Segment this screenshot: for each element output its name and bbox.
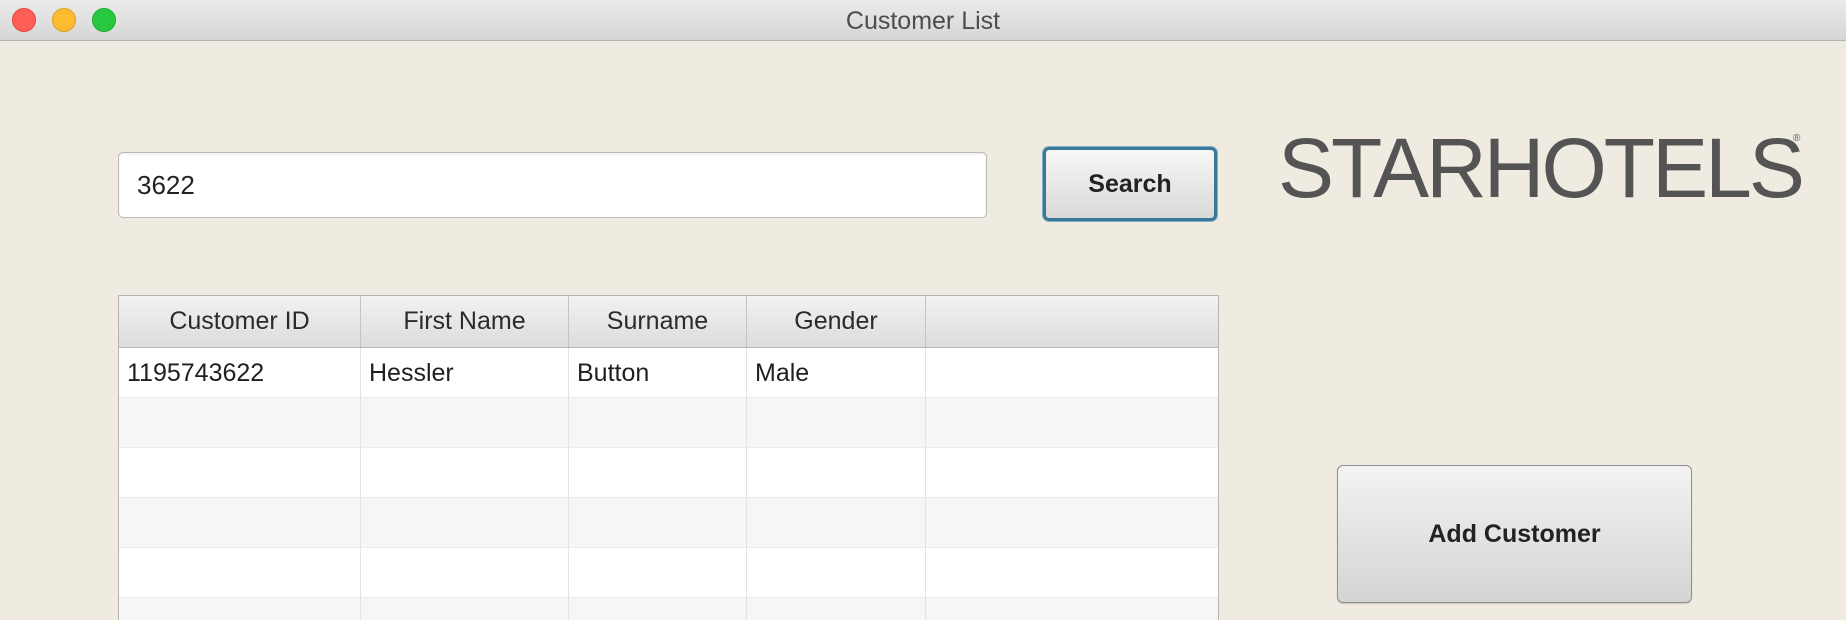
column-header-surname[interactable]: Surname	[569, 296, 747, 347]
search-button[interactable]: Search	[1043, 147, 1217, 221]
cell-filler	[926, 498, 1218, 548]
cell-first-name: Hessler	[361, 348, 569, 398]
starhotels-logo: STARHOTELS	[1278, 121, 1805, 215]
window-title: Customer List	[845, 7, 1001, 35]
cell-gender	[747, 498, 926, 548]
cell-gender	[747, 548, 926, 598]
cell-first-name	[361, 598, 569, 620]
table-row[interactable]	[119, 448, 1218, 498]
cell-gender	[747, 448, 926, 498]
cell-customer-id	[119, 498, 361, 548]
table-row[interactable]: 1195743622 Hessler Button Male	[119, 348, 1218, 398]
table-row[interactable]	[119, 398, 1218, 448]
customer-list-window: Customer List Search STARHOTELS ® Custom…	[0, 0, 1846, 620]
cell-surname: Button	[569, 348, 747, 398]
cell-customer-id	[119, 548, 361, 598]
cell-surname	[569, 598, 747, 620]
customer-table: Customer ID First Name Surname Gender 11…	[118, 295, 1219, 620]
table-header: Customer ID First Name Surname Gender	[119, 296, 1218, 348]
cell-filler	[926, 448, 1218, 498]
cell-gender	[747, 598, 926, 620]
table-body: 1195743622 Hessler Button Male	[119, 348, 1218, 620]
table-row[interactable]	[119, 598, 1218, 620]
cell-surname	[569, 398, 747, 448]
cell-first-name	[361, 398, 569, 448]
cell-surname	[569, 548, 747, 598]
cell-filler	[926, 398, 1218, 448]
table-row[interactable]	[119, 498, 1218, 548]
column-header-first-name[interactable]: First Name	[361, 296, 569, 347]
cell-surname	[569, 448, 747, 498]
column-header-gender[interactable]: Gender	[747, 296, 926, 347]
add-customer-button[interactable]: Add Customer	[1337, 465, 1692, 603]
cell-first-name	[361, 548, 569, 598]
title-bar: Customer List	[0, 0, 1846, 41]
cell-customer-id	[119, 448, 361, 498]
search-input[interactable]	[118, 152, 987, 218]
column-header-customer-id[interactable]: Customer ID	[119, 296, 361, 347]
cell-surname	[569, 498, 747, 548]
cell-customer-id: 1195743622	[119, 348, 361, 398]
cell-gender	[747, 398, 926, 448]
column-header-filler	[926, 296, 1218, 347]
cell-customer-id	[119, 398, 361, 448]
cell-filler	[926, 348, 1218, 398]
table-row[interactable]	[119, 548, 1218, 598]
cell-first-name	[361, 498, 569, 548]
cell-gender: Male	[747, 348, 926, 398]
cell-customer-id	[119, 598, 361, 620]
cell-first-name	[361, 448, 569, 498]
cell-filler	[926, 598, 1218, 620]
cell-filler	[926, 548, 1218, 598]
registered-mark: ®	[1793, 133, 1801, 144]
